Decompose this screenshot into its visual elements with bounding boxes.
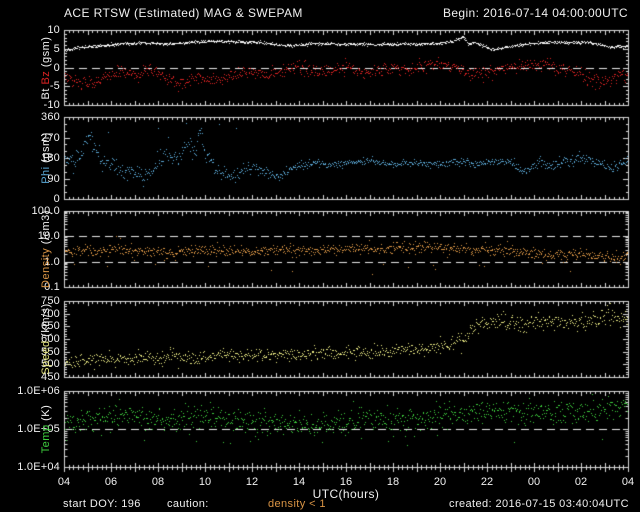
y-axis-title-part: (gsm) bbox=[40, 132, 52, 166]
ace-rtsw-swepam-plot: ACE RTSW (Estimated) MAG & SWEPAM Begin:… bbox=[0, 0, 640, 512]
x-tick-label: 04 bbox=[49, 476, 79, 488]
x-tick-label: 10 bbox=[190, 476, 220, 488]
x-tick-label: 08 bbox=[143, 476, 173, 488]
x-tick-label: 06 bbox=[96, 476, 126, 488]
y-axis-title-part: (km/s) bbox=[40, 303, 52, 340]
x-tick-label: 12 bbox=[237, 476, 267, 488]
x-tick-label: 00 bbox=[519, 476, 549, 488]
y-axis-title-part: (/cm3) bbox=[40, 210, 52, 248]
x-tick-label: 20 bbox=[425, 476, 455, 488]
x-tick-label: 14 bbox=[284, 476, 314, 488]
y-axis-title-part: (gsm) bbox=[40, 36, 52, 70]
footer-caution-value: density < 1 bbox=[268, 498, 326, 510]
footer-caution-label: caution: bbox=[167, 498, 209, 510]
x-tick-label: 02 bbox=[566, 476, 596, 488]
footer-start-doy: start DOY: 196 bbox=[63, 498, 141, 510]
begin-timestamp: Begin: 2016-07-14 04:00:00UTC bbox=[443, 6, 628, 20]
footer-created-timestamp: created: 2016-07-15 03:40:04UTC bbox=[449, 498, 629, 510]
plot-title: ACE RTSW (Estimated) MAG & SWEPAM bbox=[64, 6, 303, 20]
x-tick-label: 22 bbox=[472, 476, 502, 488]
x-tick-label: 16 bbox=[331, 476, 361, 488]
x-tick-label: 04 bbox=[613, 476, 640, 488]
chart-canvas bbox=[0, 0, 640, 512]
y-axis-title-part: (K) bbox=[40, 405, 52, 425]
x-tick-label: 18 bbox=[378, 476, 408, 488]
y-axis-title-part: Temp bbox=[40, 424, 52, 453]
